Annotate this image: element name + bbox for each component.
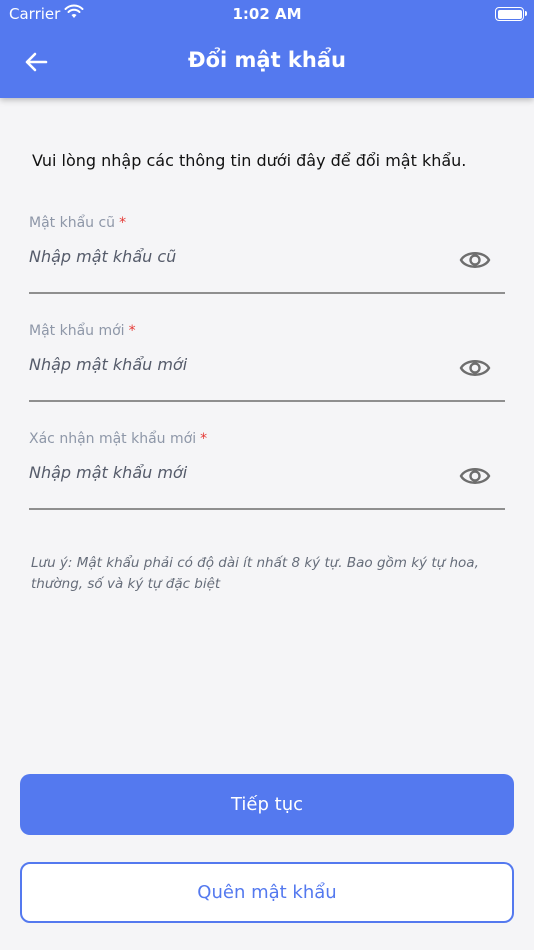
- field-underline: [29, 508, 505, 510]
- forgot-password-button[interactable]: Quên mật khẩu: [20, 862, 514, 923]
- eye-icon: [459, 252, 491, 268]
- required-mark: *: [200, 431, 208, 447]
- password-requirements-note: Lưu ý: Mật khẩu phải có độ dài ít nhất 8…: [31, 555, 479, 592]
- toggle-new-password-visibility[interactable]: [459, 356, 491, 380]
- header-bar: Carrier 1:02 AM Đổi mật khẩu: [0, 0, 534, 98]
- new-password-label: Mật khẩu mới *: [29, 323, 136, 339]
- old-password-field: Mật khẩu cũ *: [29, 215, 505, 300]
- required-mark: *: [128, 323, 136, 339]
- continue-button[interactable]: Tiếp tục: [20, 774, 514, 835]
- old-password-input[interactable]: [29, 239, 449, 273]
- eye-icon: [459, 360, 491, 376]
- confirm-password-label: Xác nhận mật khẩu mới *: [29, 431, 208, 447]
- toggle-confirm-password-visibility[interactable]: [459, 464, 491, 488]
- page-title: Đổi mật khẩu: [188, 48, 346, 72]
- battery-icon: [495, 7, 527, 21]
- required-mark: *: [119, 215, 127, 231]
- eye-icon: [459, 468, 491, 484]
- new-password-input[interactable]: [29, 347, 449, 381]
- new-password-field: Mật khẩu mới *: [29, 323, 505, 408]
- field-underline: [29, 292, 505, 294]
- intro-text: Vui lòng nhập các thông tin dưới đây để …: [32, 151, 467, 170]
- confirm-password-field: Xác nhận mật khẩu mới *: [29, 431, 505, 516]
- confirm-password-input[interactable]: [29, 455, 449, 489]
- field-underline: [29, 400, 505, 402]
- toggle-old-password-visibility[interactable]: [459, 248, 491, 272]
- status-time: 1:02 AM: [232, 5, 302, 23]
- status-bar: Carrier 1:02 AM: [0, 0, 534, 28]
- old-password-label: Mật khẩu cũ *: [29, 215, 127, 231]
